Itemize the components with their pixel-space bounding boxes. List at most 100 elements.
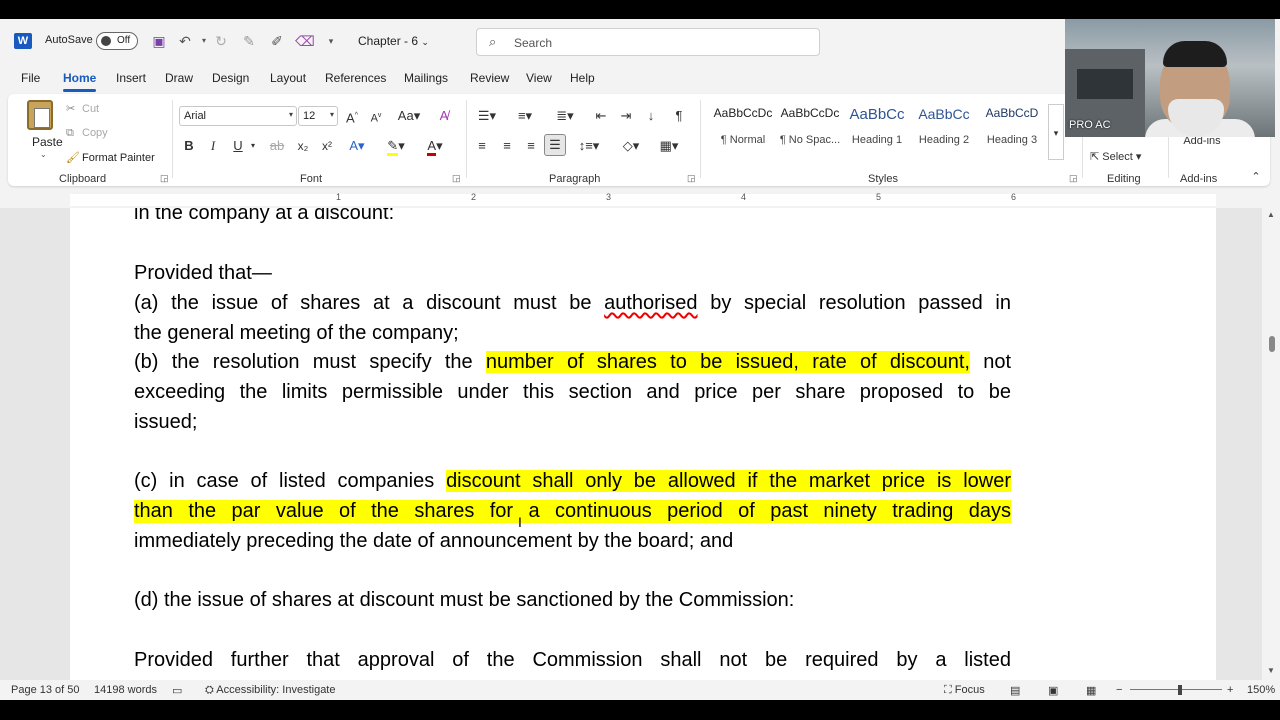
status-bar: Page 13 of 50 14198 words ▭ ⛭ Accessibil… — [0, 680, 1280, 700]
clear-formatting-icon[interactable]: A̸ — [434, 107, 454, 125]
undo-icon[interactable]: ↶ — [176, 32, 194, 50]
underline-dropdown-icon[interactable]: ▾ — [248, 137, 258, 155]
doc-line: Provided further that approval of the Co… — [134, 649, 1011, 671]
tab-help[interactable]: Help — [570, 71, 595, 85]
vertical-scrollbar[interactable]: ▲ ▼ — [1262, 208, 1280, 680]
read-mode-icon[interactable]: ▤ — [1010, 684, 1020, 697]
cursor-icon: ⇱ — [1090, 151, 1100, 163]
scroll-thumb[interactable] — [1269, 336, 1275, 352]
paragraph-launcher-icon[interactable]: ◲ — [687, 173, 696, 184]
sort-icon[interactable]: ↓ — [642, 107, 660, 125]
bold-button[interactable]: B — [180, 137, 198, 155]
zoom-level[interactable]: 150% — [1247, 684, 1275, 696]
web-layout-icon[interactable]: ▦ — [1086, 684, 1096, 697]
zoom-slider[interactable] — [1130, 689, 1222, 690]
tab-insert[interactable]: Insert — [116, 71, 146, 85]
horizontal-ruler[interactable]: 1 2 3 4 5 6 — [0, 192, 1280, 208]
collapse-ribbon-icon[interactable]: ⌃ — [1248, 168, 1264, 186]
select-button[interactable]: ⇱ Select ▾ — [1090, 148, 1156, 166]
paste-icon[interactable] — [27, 100, 53, 130]
ruler-number: 5 — [876, 192, 882, 202]
word-count[interactable]: 14198 words — [94, 684, 157, 696]
spelling-flag[interactable]: authorised — [604, 292, 697, 314]
change-case-button[interactable]: Aa▾ — [394, 107, 424, 125]
ruler-number: 1 — [336, 192, 342, 202]
style-sample: AaBbCcDc — [780, 106, 840, 120]
strikethrough-icon[interactable]: ab — [268, 137, 286, 155]
style-heading-3[interactable]: AaBbCcD Heading 3 — [979, 106, 1045, 156]
customize-toolbar-icon[interactable]: ▾ — [322, 32, 340, 50]
superscript-button[interactable]: x² — [316, 137, 338, 155]
draw-pen-icon[interactable]: ✎ — [240, 32, 258, 50]
subscript-button[interactable]: x₂ — [292, 137, 314, 155]
focus-button[interactable]: ⛶ Focus — [944, 684, 985, 697]
text-effects-icon[interactable]: A▾ — [344, 137, 370, 155]
doc-line: (b) the resolution must specify the numb… — [134, 351, 1011, 374]
tab-mailings[interactable]: Mailings — [404, 71, 448, 85]
styles-gallery-more-icon[interactable]: ▾ — [1048, 104, 1064, 160]
font-color-icon[interactable]: A▾ — [421, 137, 449, 156]
styles-launcher-icon[interactable]: ◲ — [1069, 173, 1078, 184]
underline-button[interactable]: U — [229, 137, 247, 155]
font-launcher-icon[interactable]: ◲ — [452, 173, 461, 184]
format-icon[interactable]: ✐ — [268, 32, 286, 50]
redo-icon[interactable]: ↻ — [212, 32, 230, 50]
document-name[interactable]: Chapter - 6 ⌄ — [358, 34, 429, 48]
save-icon[interactable]: ▣ — [150, 32, 168, 50]
page-count[interactable]: Page 13 of 50 — [11, 684, 80, 696]
style-name: ¶ No Spac... — [779, 134, 841, 146]
autosave-toggle[interactable]: Off — [96, 32, 138, 50]
line-spacing-icon[interactable]: ↕≡▾ — [574, 137, 604, 155]
highlight-color-icon[interactable]: ✎▾ — [382, 137, 410, 156]
undo-dropdown-icon[interactable]: ▾ — [195, 32, 213, 50]
cut-button[interactable]: ✂ Cut — [66, 102, 99, 115]
proofing-icon[interactable]: ▭ — [172, 684, 182, 697]
show-formatting-button[interactable]: ¶ — [670, 107, 688, 125]
numbering-icon[interactable]: ≡▾ — [511, 107, 539, 125]
eraser-icon[interactable]: ⌫ — [295, 32, 315, 50]
shrink-font-icon[interactable]: Av — [366, 107, 386, 128]
tab-home[interactable]: Home — [63, 71, 97, 92]
clipboard-launcher-icon[interactable]: ◲ — [160, 173, 169, 184]
tab-view[interactable]: View — [526, 71, 552, 85]
zoom-slider-thumb[interactable] — [1178, 685, 1182, 695]
tab-design[interactable]: Design — [212, 71, 249, 85]
align-center-icon[interactable]: ≡ — [498, 137, 516, 155]
style-heading-1[interactable]: AaBbCc Heading 1 — [844, 106, 910, 156]
increase-indent-icon[interactable]: ⇥ — [617, 107, 635, 125]
scroll-down-icon[interactable]: ▼ — [1267, 666, 1275, 675]
copy-button[interactable]: ⧉ Copy — [66, 127, 108, 140]
grow-font-icon[interactable]: A^ — [342, 107, 362, 127]
accessibility-button[interactable]: ⛭ Accessibility: Investigate — [205, 684, 335, 697]
align-right-icon[interactable]: ≡ — [522, 137, 540, 155]
italic-button[interactable]: I — [204, 137, 222, 155]
zoom-out-icon[interactable]: − — [1116, 684, 1122, 696]
search-box[interactable]: ⌕ Search — [476, 28, 820, 56]
font-size-combo[interactable]: 12 ▾ — [298, 106, 338, 126]
tab-layout[interactable]: Layout — [270, 71, 306, 85]
borders-icon[interactable]: ▦▾ — [654, 137, 684, 155]
tab-references[interactable]: References — [325, 71, 386, 85]
print-layout-icon[interactable]: ▣ — [1048, 684, 1058, 697]
font-name-combo[interactable]: Arial ▾ — [179, 106, 297, 126]
style-heading-2[interactable]: AaBbCc Heading 2 — [911, 106, 977, 156]
format-painter-button[interactable]: 🖌 Format Painter — [66, 151, 155, 164]
tab-file[interactable]: File — [21, 71, 40, 85]
paste-dropdown-icon[interactable]: ⌄ — [40, 150, 47, 159]
multilevel-list-icon[interactable]: ≣▾ — [551, 107, 579, 125]
bullets-icon[interactable]: ☰▾ — [473, 107, 501, 125]
doc-line: (c) in case of listed companies discount… — [134, 470, 1012, 493]
shading-icon[interactable]: ◇▾ — [616, 137, 646, 155]
align-left-icon[interactable]: ≡ — [473, 137, 491, 155]
tab-draw[interactable]: Draw — [165, 71, 193, 85]
decrease-indent-icon[interactable]: ⇤ — [592, 107, 610, 125]
style-normal[interactable]: AaBbCcDc ¶ Normal — [710, 106, 776, 156]
zoom-in-icon[interactable]: + — [1227, 684, 1233, 696]
doc-line: in the company at a discount: — [134, 208, 395, 224]
tab-review[interactable]: Review — [470, 71, 509, 85]
document-canvas: in the company at a discount: Provided t… — [0, 208, 1280, 680]
justify-icon[interactable]: ☰ — [544, 134, 566, 156]
style-no-spacing[interactable]: AaBbCcDc ¶ No Spac... — [777, 106, 843, 156]
paste-button[interactable]: Paste — [32, 135, 63, 149]
scroll-up-icon[interactable]: ▲ — [1267, 210, 1275, 219]
